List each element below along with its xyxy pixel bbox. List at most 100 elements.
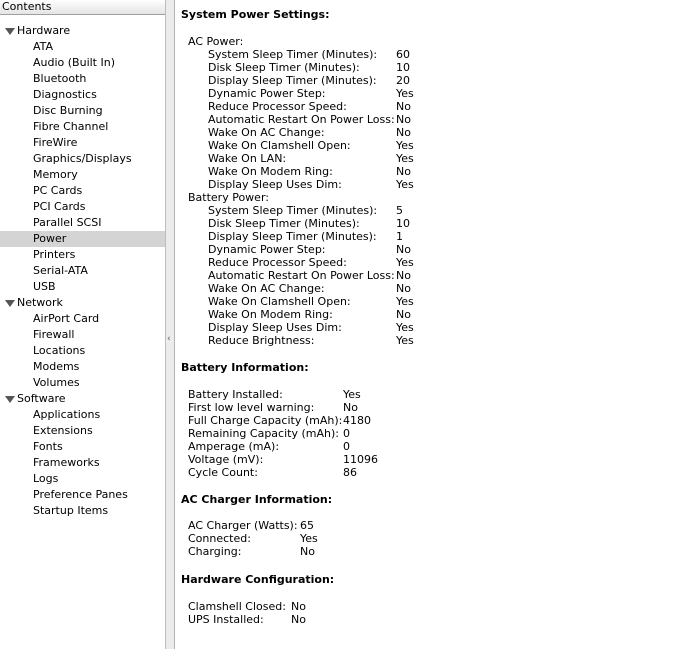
split-view-divider[interactable]: ‹ bbox=[166, 0, 175, 649]
setting-label: System Sleep Timer (Minutes): bbox=[208, 204, 378, 217]
sidebar-item-pc-cards[interactable]: PC Cards bbox=[0, 183, 165, 199]
setting-value: 60 bbox=[396, 48, 410, 61]
setting-label: Display Sleep Uses Dim: bbox=[208, 321, 342, 334]
setting-value: No bbox=[396, 165, 411, 178]
sidebar-item-fonts[interactable]: Fonts bbox=[0, 439, 165, 455]
sidebar-item-firewire[interactable]: FireWire bbox=[0, 135, 165, 151]
setting-label: Disk Sleep Timer (Minutes): bbox=[208, 61, 360, 74]
setting-value: No bbox=[396, 126, 411, 139]
disclosure-triangle-icon[interactable] bbox=[5, 28, 15, 35]
setting-value: No bbox=[396, 100, 411, 113]
section-title-charger-info: AC Charger Information: bbox=[181, 493, 333, 506]
sidebar-item-logs[interactable]: Logs bbox=[0, 471, 165, 487]
contents-header[interactable]: Contents bbox=[0, 0, 165, 15]
sidebar-item-applications[interactable]: Applications bbox=[0, 407, 165, 423]
info-label: UPS Installed: bbox=[188, 613, 264, 626]
setting-value: 1 bbox=[396, 230, 403, 243]
setting-value: No bbox=[396, 282, 411, 295]
sidebar-item-fibre-channel[interactable]: Fibre Channel bbox=[0, 119, 165, 135]
sidebar-item-preference-panes[interactable]: Preference Panes bbox=[0, 487, 165, 503]
collapse-arrow-icon[interactable]: ‹ bbox=[167, 334, 171, 344]
sidebar-item-airport-card[interactable]: AirPort Card bbox=[0, 311, 165, 327]
sidebar-item-usb[interactable]: USB bbox=[0, 279, 165, 295]
info-label: Charging: bbox=[188, 545, 242, 558]
setting-value: No bbox=[396, 243, 411, 256]
sidebar-item-frameworks[interactable]: Frameworks bbox=[0, 455, 165, 471]
setting-label: Wake On Clamshell Open: bbox=[208, 139, 351, 152]
setting-label: Display Sleep Uses Dim: bbox=[208, 178, 342, 191]
sidebar-item-printers[interactable]: Printers bbox=[0, 247, 165, 263]
sidebar-item-parallel-scsi[interactable]: Parallel SCSI bbox=[0, 215, 165, 231]
info-label: Full Charge Capacity (mAh): bbox=[188, 414, 343, 427]
setting-label: Wake On AC Change: bbox=[208, 282, 325, 295]
info-label: Remaining Capacity (mAh): bbox=[188, 427, 339, 440]
setting-label: Reduce Brightness: bbox=[208, 334, 315, 347]
disclosure-triangle-icon[interactable] bbox=[5, 396, 15, 403]
setting-label: Disk Sleep Timer (Minutes): bbox=[208, 217, 360, 230]
setting-value: Yes bbox=[396, 139, 414, 152]
section-title-battery-info: Battery Information: bbox=[181, 361, 309, 374]
setting-value: Yes bbox=[396, 321, 414, 334]
subsection-battery-power: Battery Power: bbox=[188, 191, 269, 204]
sidebar-item-ata[interactable]: ATA bbox=[0, 39, 165, 55]
details-pane: System Power Settings: AC Power: System Sl… bbox=[175, 0, 699, 649]
sidebar-item-serial-ata[interactable]: Serial-ATA bbox=[0, 263, 165, 279]
disclosure-triangle-icon[interactable] bbox=[5, 300, 15, 307]
sidebar-item-startup-items[interactable]: Startup Items bbox=[0, 503, 165, 519]
info-label: Voltage (mV): bbox=[188, 453, 264, 466]
setting-label: Dynamic Power Step: bbox=[208, 243, 326, 256]
setting-label: Wake On Modem Ring: bbox=[208, 308, 333, 321]
info-value: No bbox=[291, 613, 306, 626]
setting-value: Yes bbox=[396, 87, 414, 100]
sidebar-item-locations[interactable]: Locations bbox=[0, 343, 165, 359]
info-value: No bbox=[343, 401, 358, 414]
sidebar-category-label: Software bbox=[17, 392, 66, 405]
info-label: First low level warning: bbox=[188, 401, 315, 414]
setting-value: No bbox=[396, 308, 411, 321]
setting-value: 10 bbox=[396, 61, 410, 74]
setting-value: Yes bbox=[396, 295, 414, 308]
info-value: 4180 bbox=[343, 414, 371, 427]
info-value: Yes bbox=[300, 532, 318, 545]
sidebar-category-hardware[interactable]: Hardware bbox=[0, 23, 165, 39]
sidebar-category-network[interactable]: Network bbox=[0, 295, 165, 311]
sidebar-item-pci-cards[interactable]: PCI Cards bbox=[0, 199, 165, 215]
sidebar-category-label: Hardware bbox=[17, 24, 71, 37]
info-label: Clamshell Closed: bbox=[188, 600, 286, 613]
setting-value: 5 bbox=[396, 204, 403, 217]
sidebar-item-graphics-displays[interactable]: Graphics/Displays bbox=[0, 151, 165, 167]
info-label: Amperage (mA): bbox=[188, 440, 280, 453]
section-title-hardware-config: Hardware Configuration: bbox=[181, 573, 335, 586]
sidebar-item-bluetooth[interactable]: Bluetooth bbox=[0, 71, 165, 87]
setting-value: Yes bbox=[396, 152, 414, 165]
sidebar-item-diagnostics[interactable]: Diagnostics bbox=[0, 87, 165, 103]
setting-label: Reduce Processor Speed: bbox=[208, 256, 347, 269]
sidebar-category-software[interactable]: Software bbox=[0, 391, 165, 407]
setting-value: Yes bbox=[396, 178, 414, 191]
setting-label: Display Sleep Timer (Minutes): bbox=[208, 74, 377, 87]
sidebar-item-audio-built-in[interactable]: Audio (Built In) bbox=[0, 55, 165, 71]
info-value: No bbox=[291, 600, 306, 613]
sidebar-item-extensions[interactable]: Extensions bbox=[0, 423, 165, 439]
info-label: Connected: bbox=[188, 532, 251, 545]
info-label: Battery Installed: bbox=[188, 388, 283, 401]
sidebar-item-disc-burning[interactable]: Disc Burning bbox=[0, 103, 165, 119]
setting-label: System Sleep Timer (Minutes): bbox=[208, 48, 378, 61]
setting-value: 20 bbox=[396, 74, 410, 87]
setting-label: Reduce Processor Speed: bbox=[208, 100, 347, 113]
sidebar-item-modems[interactable]: Modems bbox=[0, 359, 165, 375]
info-label: Cycle Count: bbox=[188, 466, 258, 479]
section-title-system-power: System Power Settings: bbox=[181, 8, 330, 21]
sidebar-item-firewall[interactable]: Firewall bbox=[0, 327, 165, 343]
setting-label: Automatic Restart On Power Loss: bbox=[208, 113, 395, 126]
setting-value: No bbox=[396, 113, 411, 126]
info-value: 11096 bbox=[343, 453, 378, 466]
info-value: 0 bbox=[343, 440, 350, 453]
setting-label: Wake On AC Change: bbox=[208, 126, 325, 139]
sidebar-item-power[interactable]: Power bbox=[0, 231, 165, 247]
info-value: No bbox=[300, 545, 315, 558]
sidebar-item-volumes[interactable]: Volumes bbox=[0, 375, 165, 391]
setting-label: Wake On LAN: bbox=[208, 152, 287, 165]
sidebar-item-memory[interactable]: Memory bbox=[0, 167, 165, 183]
setting-label: Automatic Restart On Power Loss: bbox=[208, 269, 395, 282]
